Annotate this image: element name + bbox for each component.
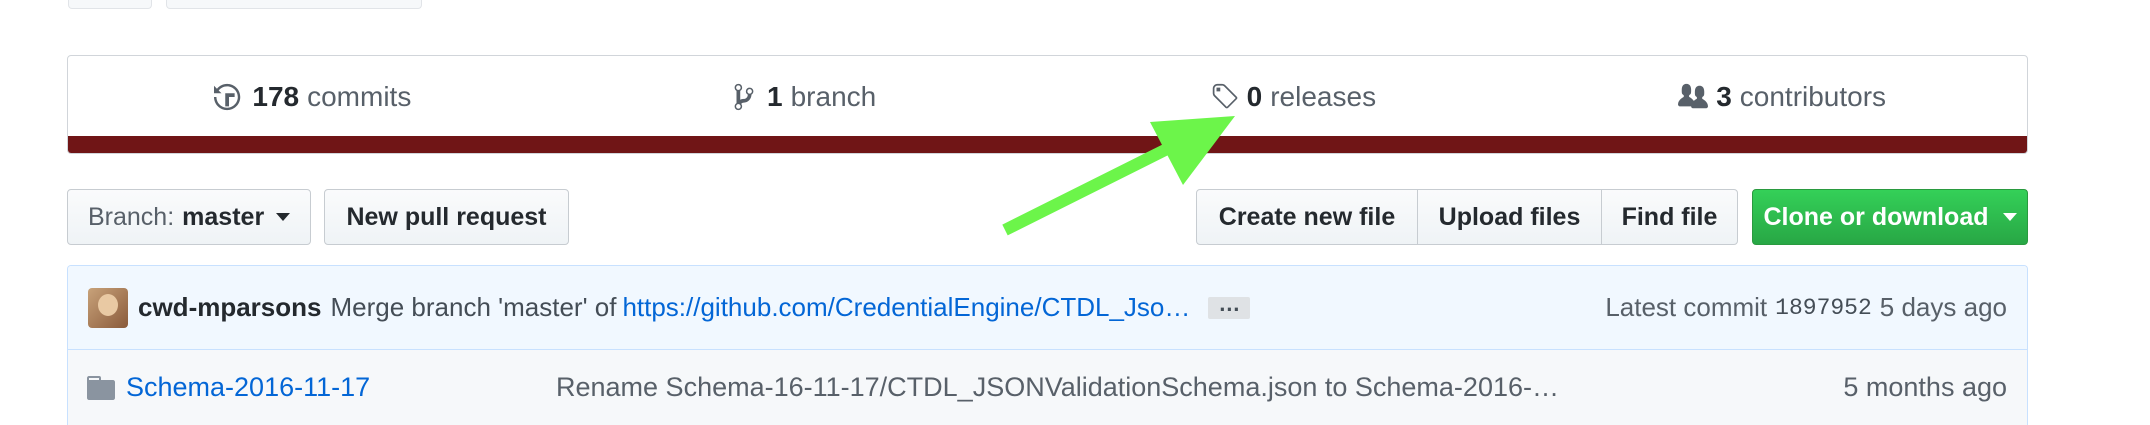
- upload-files-button[interactable]: Upload files: [1417, 189, 1602, 245]
- releases-count: 0: [1246, 81, 1263, 112]
- branch-icon: [734, 83, 754, 111]
- contributors-link[interactable]: 3 contributors: [1537, 81, 2027, 113]
- branch-prefix: Branch:: [88, 202, 175, 231]
- branch-select-button[interactable]: Branch: master: [67, 189, 311, 245]
- table-row: Schema-2016-11-17 Rename Schema-16-11-17…: [68, 350, 2027, 425]
- repo-summary: 178 commits 1 branch 0 releases 3 contri…: [67, 55, 2028, 154]
- file-age: 5 months ago: [1843, 372, 2007, 402]
- tab-stub: [68, 0, 152, 9]
- language-bar[interactable]: [68, 136, 2027, 153]
- branches-link[interactable]: 1 branch: [558, 81, 1048, 113]
- commits-link[interactable]: 178 commits: [68, 81, 558, 113]
- commit-age: 5 days ago: [1879, 292, 2007, 322]
- history-icon: [214, 83, 241, 111]
- contributors-count: 3: [1716, 81, 1732, 112]
- commits-count: 178: [252, 81, 300, 112]
- commits-label: commits: [307, 81, 412, 112]
- caret-down-icon: [2002, 213, 2017, 221]
- tag-icon: [1212, 83, 1237, 109]
- contributors-label: contributors: [1739, 81, 1887, 112]
- caret-down-icon: [276, 213, 291, 221]
- branch-name: master: [182, 202, 265, 231]
- folder-icon: [87, 375, 115, 400]
- clone-label: Clone or download: [1763, 202, 1989, 231]
- people-icon: [1678, 83, 1709, 109]
- commit-author-link[interactable]: cwd-mparsons: [138, 292, 322, 323]
- file-table: cwd-mparsons Merge branch 'master' of ht…: [67, 265, 2028, 425]
- latest-commit-bar: cwd-mparsons Merge branch 'master' of ht…: [68, 266, 2027, 350]
- branches-count: 1: [767, 81, 783, 112]
- commit-sha-link[interactable]: 1897952: [1775, 295, 1872, 321]
- avatar[interactable]: [88, 287, 128, 328]
- commit-message: Merge branch 'master' of: [330, 292, 617, 322]
- releases-link[interactable]: 0 releases: [1048, 81, 1538, 113]
- latest-commit-info: Latest commit 1897952 5 days ago: [1605, 292, 2007, 323]
- releases-label: releases: [1270, 81, 1377, 112]
- file-commit-message-link[interactable]: Rename Schema-16-11-17/CTDL_JSONValidati…: [556, 372, 1559, 403]
- create-new-file-button[interactable]: Create new file: [1196, 189, 1418, 245]
- clone-or-download-button[interactable]: Clone or download: [1752, 189, 2028, 245]
- new-pull-request-button[interactable]: New pull request: [324, 189, 569, 245]
- branches-label: branch: [790, 81, 877, 112]
- expand-message-button[interactable]: …: [1208, 292, 1251, 319]
- file-name-link[interactable]: Schema-2016-11-17: [126, 372, 556, 403]
- latest-commit-label: Latest commit: [1605, 292, 1768, 322]
- tab-stub: [166, 0, 422, 9]
- find-file-button[interactable]: Find file: [1601, 189, 1738, 245]
- commit-message-link[interactable]: https://github.com/CredentialEngine/CTDL…: [622, 292, 1190, 323]
